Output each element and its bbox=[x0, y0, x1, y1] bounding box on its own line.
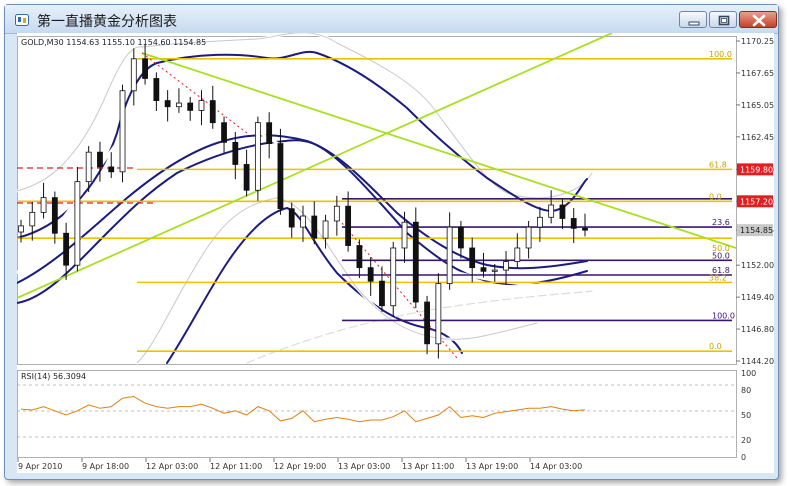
candle-body bbox=[356, 245, 363, 269]
candle-body bbox=[424, 301, 430, 345]
price-tick-label: 1146.80 bbox=[741, 325, 774, 334]
fib-label-purple: 23.6 bbox=[712, 218, 730, 227]
price-tag-label: 1157.20 bbox=[740, 197, 773, 206]
candle-body bbox=[51, 197, 58, 234]
candle-body bbox=[130, 58, 137, 92]
close-icon bbox=[752, 14, 766, 27]
candle-body bbox=[367, 267, 374, 282]
candle-body bbox=[525, 226, 532, 249]
fib-label-purple: 100.0 bbox=[712, 311, 735, 320]
candle-body bbox=[254, 122, 261, 191]
price-tick-label: 1170.25 bbox=[741, 37, 774, 46]
time-tick-label: 12 Apr 03:00 bbox=[146, 462, 198, 471]
candle-body bbox=[119, 90, 126, 173]
window-title: 第一直播黄金分析图表 bbox=[37, 14, 177, 30]
price-tick-label: 1152.00 bbox=[741, 261, 774, 270]
candle-body bbox=[333, 205, 340, 222]
candle-body bbox=[187, 102, 194, 111]
rsi-tick-label: 20 bbox=[741, 436, 751, 445]
time-tick-label: 13 Apr 19:00 bbox=[466, 462, 518, 471]
app-icon bbox=[15, 12, 29, 26]
minimize-button[interactable] bbox=[679, 11, 707, 28]
candle-body bbox=[277, 143, 284, 210]
price-tick-label: 1165.05 bbox=[741, 101, 774, 110]
candle-body bbox=[176, 102, 182, 108]
price-tag-label: 1154.85 bbox=[740, 226, 773, 235]
rsi-plot-area bbox=[17, 370, 737, 458]
candle-body bbox=[243, 164, 250, 191]
fib-label-yellow: 100.0 bbox=[709, 50, 732, 59]
price-tag-label: 1159.80 bbox=[740, 165, 773, 174]
price-tick-label: 1162.45 bbox=[741, 133, 774, 142]
candle-body bbox=[469, 247, 476, 269]
time-tick-label: 14 Apr 03:00 bbox=[530, 462, 582, 471]
chart-header: GOLD,M30 1154.63 1155.10 1154.60 1154.85 bbox=[21, 38, 206, 47]
candle-body bbox=[153, 78, 160, 101]
rsi-tick-label: 100 bbox=[741, 369, 756, 378]
candle-body bbox=[559, 204, 566, 219]
candle-body bbox=[582, 227, 588, 231]
candle-body bbox=[491, 269, 498, 272]
price-tick-label: 1144.20 bbox=[741, 357, 774, 366]
candle-body bbox=[390, 247, 397, 307]
time-tick-label: 12 Apr 19:00 bbox=[274, 462, 326, 471]
rsi-tick-label: 50 bbox=[741, 411, 751, 420]
rsi-label: RSI(14) 56.3094 bbox=[21, 372, 86, 381]
fib-label-purple: 61.8 bbox=[712, 266, 730, 275]
candle-body bbox=[97, 151, 103, 168]
candle-body bbox=[142, 58, 148, 79]
fib-label-yellow: 0.0 bbox=[709, 192, 722, 201]
candle-body bbox=[29, 211, 36, 227]
candle-body bbox=[108, 166, 115, 173]
rsi-tick-label: 80 bbox=[741, 386, 751, 395]
time-tick-label: 13 Apr 03:00 bbox=[338, 462, 390, 471]
title-bar[interactable]: 第一直播黄金分析图表 bbox=[5, 5, 778, 34]
fib-label-yellow: 0.0 bbox=[709, 342, 722, 351]
rsi-tick-label: 0 bbox=[741, 453, 746, 462]
candle-body bbox=[74, 181, 81, 266]
maximize-icon bbox=[718, 15, 730, 26]
time-tick-label: 13 Apr 11:00 bbox=[402, 462, 454, 471]
candle-body bbox=[311, 215, 318, 239]
candle-body bbox=[322, 220, 329, 239]
candle-body bbox=[63, 232, 70, 266]
candle-body bbox=[412, 221, 419, 303]
candle-body bbox=[446, 226, 453, 285]
chart-canvas[interactable]: 100.061.80.038.20.023.650.061.8100.050.0… bbox=[15, 31, 774, 473]
minimize-icon bbox=[688, 21, 700, 26]
candle-body bbox=[232, 141, 239, 165]
candle-body bbox=[548, 204, 555, 218]
candle-body bbox=[266, 122, 273, 144]
candle-body bbox=[164, 100, 171, 108]
fib-label-gold: 50.0 bbox=[712, 244, 730, 253]
candle-body bbox=[198, 100, 205, 111]
fib-label-yellow: 61.8 bbox=[709, 160, 727, 169]
candle-body bbox=[503, 261, 509, 271]
candle-body bbox=[536, 216, 543, 228]
candle-body bbox=[401, 221, 408, 249]
candle-body bbox=[288, 208, 295, 228]
time-tick-label: 12 Apr 11:00 bbox=[210, 462, 262, 471]
price-tick-label: 1149.40 bbox=[741, 293, 774, 302]
candle-body bbox=[480, 267, 487, 272]
price-tick-label: 1167.65 bbox=[741, 69, 774, 78]
candle-body bbox=[435, 283, 442, 345]
maximize-button[interactable] bbox=[709, 11, 737, 28]
price-chart[interactable]: 100.0 61.8 0.0 38.2 0.0 23.6 50.0 61.8 100.0 50.0… bbox=[15, 31, 774, 473]
candle-body bbox=[514, 247, 521, 262]
close-button[interactable] bbox=[739, 11, 777, 28]
time-tick-label: 9 Apr 2010 bbox=[18, 462, 62, 471]
candle-body bbox=[221, 122, 227, 143]
time-tick-label: 9 Apr 18:00 bbox=[82, 462, 129, 471]
candle-body bbox=[209, 100, 216, 124]
candle-body bbox=[458, 226, 464, 249]
candle-body bbox=[345, 205, 352, 246]
candle-body bbox=[85, 151, 92, 183]
candle-body bbox=[18, 225, 24, 233]
candle-body bbox=[300, 215, 306, 228]
candle-body bbox=[40, 197, 47, 213]
candle-body bbox=[570, 218, 577, 229]
candle-body bbox=[379, 280, 385, 307]
